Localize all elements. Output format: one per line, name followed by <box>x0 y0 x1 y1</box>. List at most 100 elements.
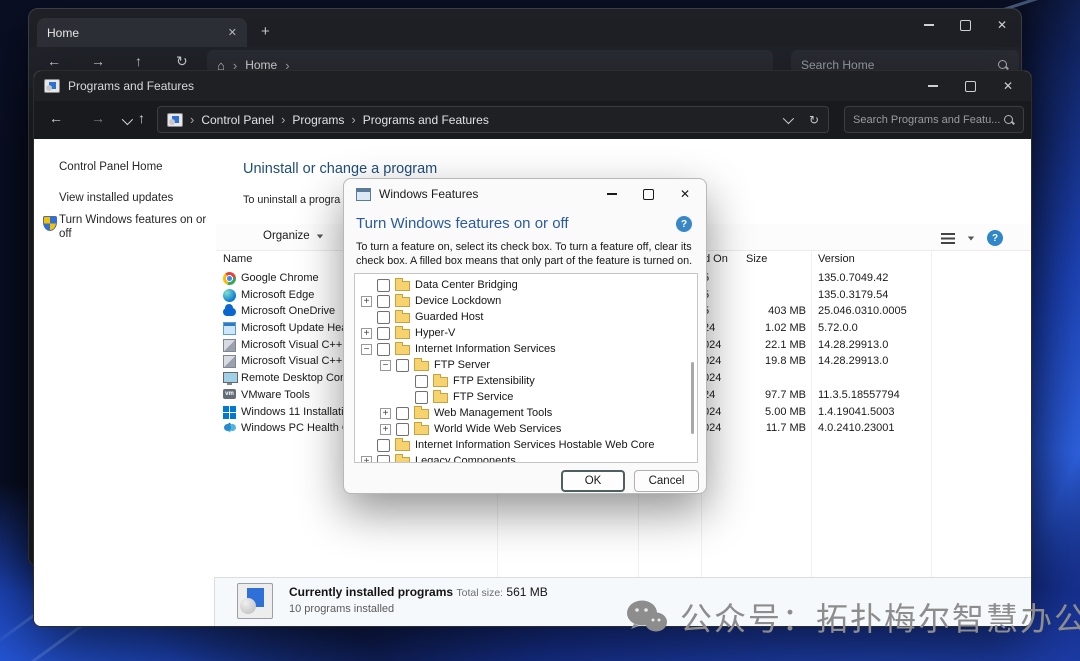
feature-checkbox[interactable] <box>415 375 428 388</box>
feature-label[interactable]: FTP Service <box>453 391 513 403</box>
sidebar-item-control-panel-home[interactable]: Control Panel Home <box>59 161 163 173</box>
search-icon[interactable] <box>1003 114 1015 126</box>
feature-label[interactable]: Device Lockdown <box>415 295 501 307</box>
close-button[interactable]: ✕ <box>680 188 690 200</box>
folder-icon <box>395 297 410 307</box>
feature-label[interactable]: Data Center Bridging <box>415 279 518 291</box>
column-header-size[interactable]: Size <box>746 253 767 265</box>
minimize-button[interactable] <box>607 193 617 195</box>
minimize-button[interactable] <box>924 24 934 26</box>
feature-checkbox[interactable] <box>415 391 428 404</box>
refresh-icon[interactable]: ↻ <box>176 53 188 70</box>
feature-checkbox[interactable] <box>377 327 390 340</box>
explorer-tab-home[interactable]: Home ✕ <box>37 18 247 47</box>
feature-tree-row[interactable]: FTP Extensibility <box>355 373 689 389</box>
view-dropdown-icon[interactable] <box>968 236 974 240</box>
organize-button[interactable]: Organize <box>263 230 324 242</box>
close-button[interactable]: ✕ <box>997 19 1007 31</box>
cancel-button[interactable]: Cancel <box>634 470 699 492</box>
column-header-installed-on[interactable]: d On <box>704 253 728 265</box>
expander-icon[interactable]: + <box>380 424 391 435</box>
expander-icon[interactable]: − <box>380 360 391 371</box>
feature-tree-row[interactable]: FTP Service <box>355 389 689 405</box>
watermark-text: 公众号：拓扑梅尔智慧办公 <box>680 594 1080 640</box>
feature-tree-row[interactable]: + Hyper-V <box>355 325 689 341</box>
breadcrumb-programs-and-features[interactable]: Programs and Features <box>363 113 489 127</box>
dialog-title-bar[interactable]: Windows Features ✕ <box>344 179 706 209</box>
help-icon[interactable]: ? <box>987 230 1003 246</box>
pf-title-bar[interactable]: Programs and Features ✕ <box>34 71 1031 101</box>
chevron-down-icon[interactable] <box>783 113 791 127</box>
feature-checkbox[interactable] <box>396 359 409 372</box>
expander-icon[interactable]: + <box>361 328 372 339</box>
ok-button[interactable]: OK <box>561 470 625 492</box>
feature-tree-row[interactable]: + Device Lockdown <box>355 293 689 309</box>
back-icon[interactable]: ← <box>49 110 63 126</box>
folder-icon <box>433 377 448 387</box>
column-header-name[interactable]: Name <box>223 253 252 265</box>
breadcrumb-programs[interactable]: Programs <box>292 113 344 127</box>
feature-tree-row[interactable]: − Internet Information Services <box>355 341 689 357</box>
feature-label[interactable]: FTP Extensibility <box>453 375 535 387</box>
windows-features-dialog[interactable]: Windows Features ✕ Turn Windows features… <box>343 178 707 494</box>
back-icon[interactable]: ← <box>47 53 61 69</box>
programs-and-features-icon <box>44 79 60 93</box>
feature-label[interactable]: FTP Server <box>434 359 490 371</box>
refresh-icon[interactable]: ↻ <box>809 113 819 127</box>
feature-checkbox[interactable] <box>377 439 390 452</box>
feature-label[interactable]: World Wide Web Services <box>434 423 561 435</box>
feature-checkbox[interactable] <box>377 295 390 308</box>
tab-label: Home <box>47 26 79 40</box>
feature-checkbox[interactable] <box>396 407 409 420</box>
expander-icon[interactable]: + <box>361 456 372 464</box>
up-icon[interactable]: ↑ <box>138 110 145 126</box>
sidebar-item-view-installed-updates[interactable]: View installed updates <box>59 192 173 204</box>
up-icon[interactable]: ↑ <box>135 53 142 69</box>
scrollbar-thumb[interactable] <box>691 362 694 434</box>
folder-icon <box>395 329 410 339</box>
feature-tree-row[interactable]: − FTP Server <box>355 357 689 373</box>
feature-checkbox[interactable] <box>377 311 390 324</box>
feature-label[interactable]: Guarded Host <box>415 311 483 323</box>
feature-checkbox[interactable] <box>377 343 390 356</box>
forward-icon[interactable]: → <box>91 53 105 69</box>
sidebar-item-turn-windows-features-line2[interactable]: off <box>59 228 72 240</box>
feature-label[interactable]: Legacy Components <box>415 455 516 463</box>
expander-icon[interactable]: + <box>361 296 372 307</box>
breadcrumb-control-panel[interactable]: Control Panel <box>201 113 274 127</box>
maximize-button[interactable] <box>643 189 654 200</box>
sidebar-item-turn-windows-features[interactable]: Turn Windows features on or <box>59 214 206 226</box>
search-input[interactable]: Search Programs and Featu... <box>844 106 1024 133</box>
feature-label[interactable]: Hyper-V <box>415 327 455 339</box>
address-breadcrumb[interactable]: › Control Panel › Programs › Programs an… <box>157 106 829 133</box>
feature-tree-row[interactable]: + Web Management Tools <box>355 405 689 421</box>
maximize-button[interactable] <box>960 20 971 31</box>
feature-tree-row[interactable]: Guarded Host <box>355 309 689 325</box>
feature-checkbox[interactable] <box>377 279 390 292</box>
expander-icon[interactable]: + <box>380 408 391 419</box>
feature-label[interactable]: Internet Information Services Hostable W… <box>415 439 654 451</box>
watermark: 公众号：拓扑梅尔智慧办公 <box>626 594 1080 640</box>
program-version: 14.28.29913.0 <box>818 339 888 351</box>
feature-checkbox[interactable] <box>377 455 390 464</box>
folder-icon <box>433 393 448 403</box>
features-tree-box[interactable]: Data Center Bridging + Device Lockdown G… <box>354 273 698 463</box>
maximize-button[interactable] <box>965 81 976 92</box>
feature-checkbox[interactable] <box>396 423 409 436</box>
feature-label[interactable]: Internet Information Services <box>415 343 556 355</box>
feature-tree-row[interactable]: + World Wide Web Services <box>355 421 689 437</box>
feature-tree-row[interactable]: + Legacy Components <box>355 453 689 463</box>
forward-icon[interactable]: → <box>91 110 105 126</box>
feature-label[interactable]: Web Management Tools <box>434 407 552 419</box>
tab-close-icon[interactable]: ✕ <box>228 26 237 39</box>
info-icon[interactable]: ? <box>676 216 692 232</box>
list-view-icon[interactable] <box>941 233 955 244</box>
minimize-button[interactable] <box>928 85 938 87</box>
new-tab-button[interactable]: + <box>261 23 270 40</box>
feature-tree-row[interactable]: Internet Information Services Hostable W… <box>355 437 689 453</box>
feature-tree-row[interactable]: Data Center Bridging <box>355 277 689 293</box>
chevron-down-icon[interactable] <box>122 112 130 128</box>
close-button[interactable]: ✕ <box>1003 80 1013 92</box>
column-header-version[interactable]: Version <box>818 253 855 265</box>
expander-icon[interactable]: − <box>361 344 372 355</box>
